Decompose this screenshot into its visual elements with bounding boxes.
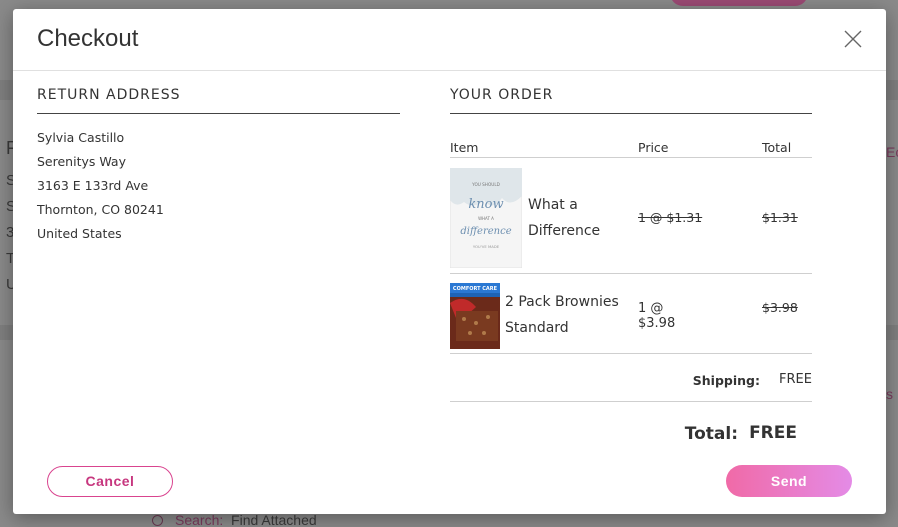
item-name-line: What a <box>528 197 578 213</box>
search-icon <box>152 515 163 526</box>
background-search-label: Search: <box>175 512 224 527</box>
send-button[interactable]: Send <box>726 465 852 497</box>
shipping-row: Shipping: FREE <box>450 354 812 402</box>
shipping-value: FREE <box>779 372 812 387</box>
order-heading: YOUR ORDER <box>450 87 812 114</box>
address-line: Serenitys Way <box>37 154 126 169</box>
item-name-line: Difference <box>528 223 601 239</box>
checkout-modal: Checkout RETURN ADDRESS Sylvia Castillo … <box>13 9 886 514</box>
cover-text: YOU SHOULD <box>471 182 500 187</box>
background-edge-text: s <box>886 386 893 402</box>
cover-text: know <box>468 197 503 212</box>
item-price: 1 @ $1.31 <box>638 210 703 225</box>
total-row: Total: FREE <box>450 402 812 452</box>
item-name-line: Standard <box>505 320 569 336</box>
item-price-line: $3.98 <box>638 316 676 331</box>
address-street: 3163 E 133rd Ave <box>37 178 149 193</box>
item-name-line: 2 Pack Brownies <box>505 294 619 310</box>
total-label: Total: <box>684 424 738 444</box>
background-search-value: Find Attached <box>231 512 317 527</box>
cover-text: difference <box>460 226 511 237</box>
address-city: Thornton, CO 80241 <box>37 202 164 217</box>
return-address-section: RETURN ADDRESS Sylvia Castillo Serenitys… <box>37 87 400 246</box>
item-name: What a Difference <box>528 192 600 244</box>
return-address-lines: Sylvia Castillo Serenitys Way 3163 E 133… <box>37 126 400 246</box>
item-name: 2 Pack Brownies Standard <box>505 289 619 341</box>
background-header-button <box>670 0 808 6</box>
item-price-line: 1 @ <box>638 301 664 316</box>
modal-header: Checkout <box>13 9 886 71</box>
item-total: $1.31 <box>762 210 798 225</box>
column-item: Item <box>450 140 479 155</box>
column-total: Total <box>762 140 792 155</box>
cover-text: WHAT A <box>478 216 494 221</box>
order-section: YOUR ORDER Item Price Total YOU SHOULD k… <box>450 87 812 452</box>
table-row: YOU SHOULD know WHAT A difference YOU'VE… <box>450 158 812 274</box>
cover-text: YOU'VE MADE <box>473 244 500 249</box>
address-country: United States <box>37 226 122 241</box>
modal-title: Checkout <box>37 25 139 52</box>
order-table-header: Item Price Total <box>450 114 812 158</box>
return-address-heading: RETURN ADDRESS <box>37 87 400 114</box>
column-price: Price <box>638 140 669 155</box>
book-cover-thumbnail: YOU SHOULD know WHAT A difference YOU'VE… <box>450 168 522 268</box>
thumbnail-banner: COMFORT CARE <box>453 286 498 292</box>
background-search: Search: Find Attached <box>152 512 317 527</box>
item-price: 1 @ $3.98 <box>638 301 675 331</box>
shipping-label: Shipping: <box>692 373 760 388</box>
brownies-thumbnail: COMFORT CARE <box>450 283 500 349</box>
total-value: FREE <box>749 423 797 443</box>
item-total: $3.98 <box>762 300 798 315</box>
table-row: COMFORT CARE 2 Pack Brownies Standard 1 … <box>450 274 812 354</box>
background-edge-text: Ec <box>886 144 898 160</box>
close-icon[interactable] <box>844 30 862 48</box>
cancel-button[interactable]: Cancel <box>47 466 173 497</box>
address-name: Sylvia Castillo <box>37 130 125 145</box>
